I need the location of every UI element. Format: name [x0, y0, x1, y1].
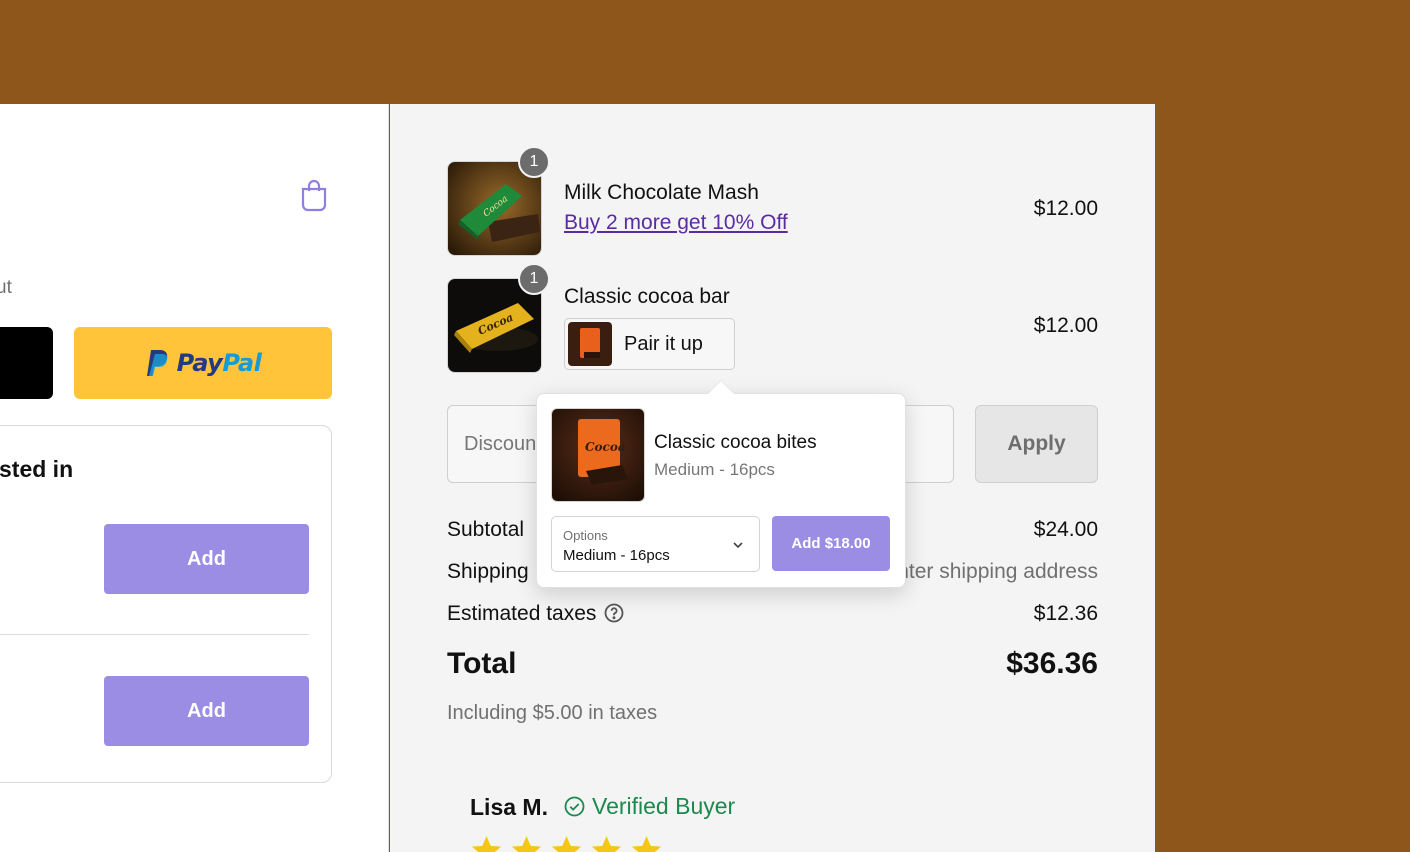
tax-note: Including $5.00 in taxes — [447, 702, 658, 724]
checkout-left-panel: ut PayPal sted in Add Add — [0, 104, 389, 852]
options-value: Medium - 16pcs — [563, 547, 670, 564]
paypal-logo-icon — [146, 350, 167, 376]
total-label: Total — [447, 647, 517, 680]
star-rating — [470, 834, 663, 852]
shipping-value: Enter shipping address — [883, 560, 1098, 583]
pair-it-up-label: Pair it up — [624, 332, 703, 355]
verified-buyer-label: Verified Buyer — [592, 793, 736, 819]
promo-link[interactable]: Buy 2 more get 10% Off — [564, 211, 788, 235]
item-price: $12.00 — [1033, 197, 1098, 220]
star-icon — [631, 836, 662, 852]
item-name: Classic cocoa bar — [564, 285, 730, 308]
pair-it-up-popover: Cocoa Classic cocoa bites Medium - 16pcs… — [536, 381, 906, 588]
upsell-heading: sted in — [0, 456, 74, 482]
paypal-button[interactable]: PayPal — [74, 327, 332, 399]
reviewer-name: Lisa M. — [470, 794, 548, 820]
quantity-badge: 1 — [518, 146, 550, 178]
item-name: Milk Chocolate Mash — [564, 181, 759, 204]
total-value: $36.36 — [1006, 647, 1098, 680]
window-frame-corner — [1380, 0, 1410, 30]
chevron-down-icon — [733, 542, 743, 549]
options-select[interactable]: Options Medium - 16pcs — [551, 516, 760, 572]
verified-buyer-badge: Verified Buyer — [564, 793, 735, 820]
subtotal-value: $24.00 — [1033, 518, 1098, 541]
item-price: $12.00 — [1033, 314, 1098, 337]
apply-discount-button[interactable]: Apply — [975, 405, 1098, 483]
star-icon — [591, 836, 622, 852]
taxes-row: Estimated taxes $12.36 — [447, 602, 1098, 628]
popover-product-name: Classic cocoa bites — [654, 432, 817, 453]
shipping-label: Shipping — [447, 560, 529, 583]
star-icon — [551, 836, 582, 852]
star-icon — [511, 836, 542, 852]
total-row: Total $36.36 — [447, 647, 1098, 683]
star-icon — [471, 836, 502, 852]
express-checkout-label: ut — [0, 277, 12, 298]
shop-pay-button[interactable] — [0, 327, 53, 399]
taxes-label: Estimated taxes — [447, 602, 597, 625]
upsell-add-button-1[interactable]: Add — [104, 524, 309, 594]
taxes-label-wrap: Estimated taxes — [447, 602, 624, 626]
help-circle-icon[interactable] — [604, 603, 624, 623]
card-divider — [0, 634, 309, 635]
check-circle-icon — [564, 796, 585, 817]
svg-text:Cocoa: Cocoa — [585, 440, 626, 454]
pair-product-thumbnail — [568, 322, 612, 366]
paypal-wordmark: PayPal — [176, 349, 262, 377]
upsell-add-button-2[interactable]: Add — [104, 676, 309, 746]
popover-arrow — [707, 381, 735, 395]
cart-line-item: Cocoa 1 Milk Chocolate Mash Buy 2 more g… — [447, 146, 1098, 256]
shopping-bag-icon[interactable] — [300, 178, 328, 212]
upsell-card: sted in Add Add — [0, 425, 332, 783]
pair-it-up-button[interactable]: Pair it up — [564, 318, 735, 370]
add-upsell-button[interactable]: Add $18.00 — [772, 516, 890, 571]
popover-product-thumbnail: Cocoa — [551, 408, 645, 502]
popover-product-variant: Medium - 16pcs — [654, 460, 775, 479]
subtotal-label: Subtotal — [447, 518, 525, 541]
cart-line-item: Cocoa 1 Classic cocoa bar Pair it up $12… — [447, 263, 1098, 373]
quantity-badge: 1 — [518, 263, 550, 295]
taxes-value: $12.36 — [1033, 602, 1098, 625]
options-caption: Options — [563, 528, 608, 543]
